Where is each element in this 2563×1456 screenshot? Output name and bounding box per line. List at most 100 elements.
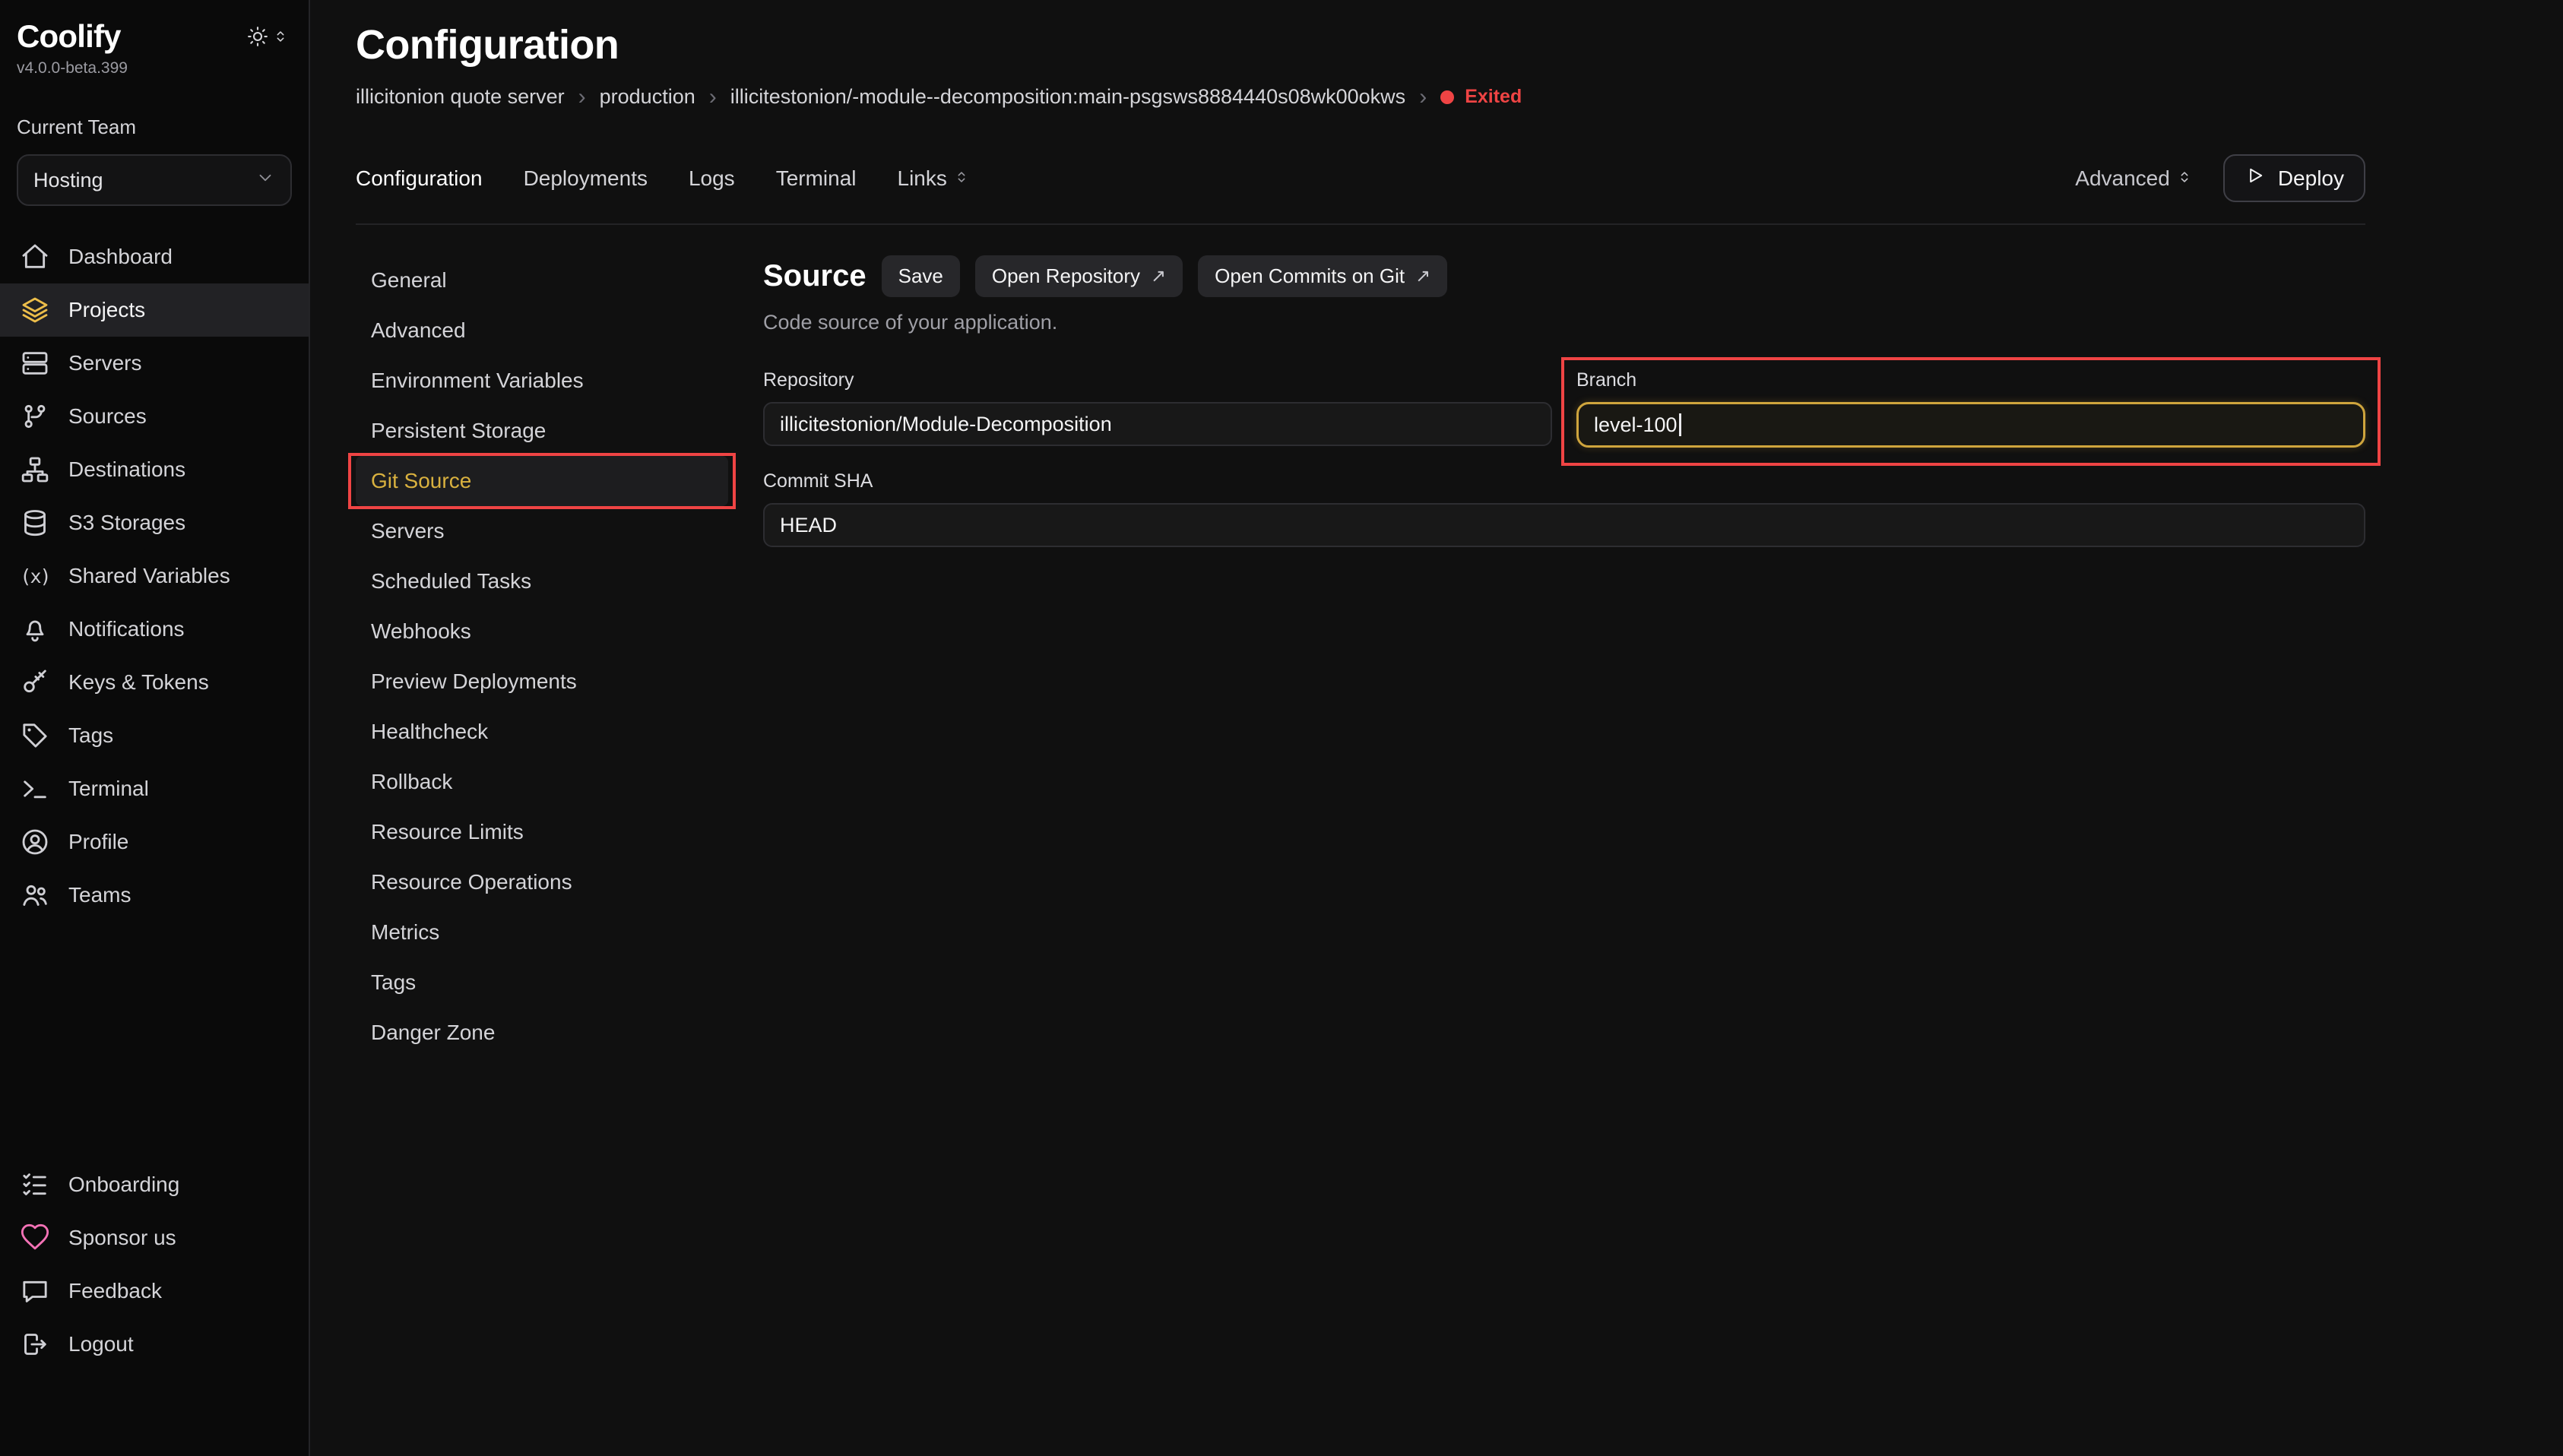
server-icon <box>18 348 52 378</box>
config-nav-tags[interactable]: Tags <box>356 957 728 1008</box>
chevron-down-icon <box>255 168 275 193</box>
team-select[interactable]: Hosting <box>17 154 292 206</box>
tabs: Configuration Deployments Logs Terminal … <box>356 166 970 191</box>
sidebar-item-feedback[interactable]: Feedback <box>0 1265 309 1318</box>
tab-logs[interactable]: Logs <box>689 166 735 191</box>
sidebar-item-terminal[interactable]: Terminal <box>0 762 309 815</box>
status-dot-icon <box>1440 90 1454 104</box>
sidebar-item-destinations[interactable]: Destinations <box>0 443 309 496</box>
tab-links[interactable]: Links <box>898 166 970 191</box>
repository-input[interactable] <box>763 402 1552 446</box>
logout-icon <box>18 1329 52 1359</box>
sidebar-item-logout[interactable]: Logout <box>0 1318 309 1371</box>
commit-sha-label: Commit SHA <box>763 470 2365 492</box>
annotation-box-branch: Branch level-100 <box>1561 357 2381 466</box>
terminal-icon <box>18 774 52 804</box>
text-caret <box>1679 413 1681 436</box>
sidebar-item-tags[interactable]: Tags <box>0 709 309 762</box>
header-actions: Advanced Deploy <box>2075 154 2365 202</box>
sidebar-item-notifications[interactable]: Notifications <box>0 603 309 656</box>
sidebar-item-dashboard[interactable]: Dashboard <box>0 230 309 283</box>
config-nav-preview-deployments[interactable]: Preview Deployments <box>356 657 728 707</box>
config-nav-general[interactable]: General <box>356 255 728 305</box>
breadcrumb-project[interactable]: illicitonion quote server <box>356 85 565 109</box>
source-title: Source <box>763 259 866 293</box>
play-icon <box>2245 165 2266 191</box>
main-content: Configuration illicitonion quote server … <box>310 0 2563 1456</box>
variable-icon: (x) <box>18 565 52 587</box>
deploy-button[interactable]: Deploy <box>2223 154 2365 202</box>
heart-icon <box>18 1223 52 1253</box>
advanced-dropdown[interactable]: Advanced <box>2075 166 2193 191</box>
external-link-icon: ↗ <box>1151 265 1166 287</box>
sidebar: Coolify v4.0.0-beta.399 Current Team Hos… <box>0 0 310 1456</box>
sidebar-nav: Dashboard Projects Servers Sources Desti… <box>0 230 309 922</box>
sidebar-item-keys-tokens[interactable]: Keys & Tokens <box>0 656 309 709</box>
key-icon <box>18 667 52 698</box>
sidebar-item-teams[interactable]: Teams <box>0 869 309 922</box>
branch-field: Branch level-100 <box>1576 369 2365 448</box>
current-team-label: Current Team <box>0 116 309 139</box>
layers-icon <box>18 295 52 325</box>
sidebar-item-servers[interactable]: Servers <box>0 337 309 390</box>
open-repository-button[interactable]: Open Repository ↗ <box>975 255 1183 297</box>
config-nav-danger-zone[interactable]: Danger Zone <box>356 1008 728 1058</box>
configuration-content: General Advanced Environment Variables P… <box>356 225 2365 1058</box>
page-title: Configuration <box>356 21 2365 68</box>
repository-label: Repository <box>763 369 1552 391</box>
sidebar-item-profile[interactable]: Profile <box>0 815 309 869</box>
config-nav: General Advanced Environment Variables P… <box>356 255 728 1058</box>
source-section: Source Save Open Repository ↗ Open Commi… <box>763 255 2365 1058</box>
breadcrumb-application[interactable]: illicitestonion/-module--decomposition:m… <box>730 85 1405 109</box>
config-nav-environment-variables[interactable]: Environment Variables <box>356 356 728 406</box>
sidebar-item-shared-variables[interactable]: (x) Shared Variables <box>0 549 309 603</box>
bell-icon <box>18 614 52 644</box>
source-fields: Repository Branch level-100 <box>763 369 2365 547</box>
breadcrumb-environment[interactable]: production <box>600 85 695 109</box>
sidebar-header: Coolify <box>0 18 309 55</box>
sidebar-item-sources[interactable]: Sources <box>0 390 309 443</box>
config-nav-healthcheck[interactable]: Healthcheck <box>356 707 728 757</box>
open-commits-button[interactable]: Open Commits on Git ↗ <box>1198 255 1447 297</box>
tab-deployments[interactable]: Deployments <box>524 166 648 191</box>
app-logo: Coolify <box>17 18 121 55</box>
checklist-icon <box>18 1170 52 1200</box>
annotation-box-git-source: Git Source <box>348 453 736 509</box>
save-button[interactable]: Save <box>882 255 960 297</box>
theme-toggle[interactable] <box>246 25 289 48</box>
commit-sha-input[interactable] <box>763 503 2365 547</box>
repository-field: Repository <box>763 369 1552 448</box>
config-nav-git-source[interactable]: Git Source <box>356 456 728 506</box>
users-icon <box>18 880 52 910</box>
source-header: Source Save Open Repository ↗ Open Commi… <box>763 255 2365 297</box>
chevrons-up-down-icon <box>953 166 970 191</box>
config-nav-advanced[interactable]: Advanced <box>356 305 728 356</box>
config-nav-resource-limits[interactable]: Resource Limits <box>356 807 728 857</box>
chevrons-up-down-icon <box>272 28 289 45</box>
config-nav-webhooks[interactable]: Webhooks <box>356 606 728 657</box>
config-nav-rollback[interactable]: Rollback <box>356 757 728 807</box>
team-select-value: Hosting <box>33 169 103 192</box>
chevron-right-icon: › <box>709 86 717 109</box>
config-nav-metrics[interactable]: Metrics <box>356 907 728 957</box>
chevrons-up-down-icon <box>2176 166 2193 191</box>
config-nav-persistent-storage[interactable]: Persistent Storage <box>356 406 728 456</box>
config-nav-resource-operations[interactable]: Resource Operations <box>356 857 728 907</box>
config-nav-servers[interactable]: Servers <box>356 506 728 556</box>
external-link-icon: ↗ <box>1415 265 1430 287</box>
git-branch-icon <box>18 401 52 432</box>
sidebar-item-s3-storages[interactable]: S3 Storages <box>0 496 309 549</box>
breadcrumb: illicitonion quote server › production ›… <box>356 85 2365 109</box>
source-description: Code source of your application. <box>763 311 2365 334</box>
branch-input[interactable]: level-100 <box>1576 402 2365 448</box>
config-nav-scheduled-tasks[interactable]: Scheduled Tasks <box>356 556 728 606</box>
database-icon <box>18 508 52 538</box>
chevron-right-icon: › <box>578 86 586 109</box>
sidebar-item-projects[interactable]: Projects <box>0 283 309 337</box>
tab-configuration[interactable]: Configuration <box>356 166 483 191</box>
sidebar-item-sponsor[interactable]: Sponsor us <box>0 1211 309 1265</box>
message-icon <box>18 1276 52 1306</box>
sidebar-item-onboarding[interactable]: Onboarding <box>0 1158 309 1211</box>
tab-terminal[interactable]: Terminal <box>776 166 857 191</box>
network-icon <box>18 454 52 485</box>
